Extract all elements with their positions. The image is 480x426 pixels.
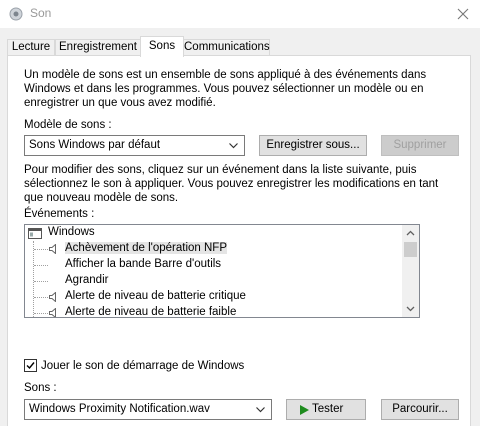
speaker-icon: [49, 292, 56, 302]
intro-line-1: Un modèle de sons est un ensemble de son…: [24, 69, 427, 81]
dialog-body: Lecture Enregistrement Sons Communicatio…: [0, 28, 480, 426]
sons-tab-panel: Un modèle de sons est un ensemble de son…: [7, 55, 471, 426]
event-item[interactable]: Afficher la bande Barre d'outils: [25, 257, 403, 273]
event-item[interactable]: Alerte de niveau de batterie critique: [25, 289, 403, 305]
chevron-down-icon: [406, 306, 415, 312]
event-item-label: Agrandir: [65, 274, 109, 286]
speaker-app-icon: [9, 7, 23, 21]
event-item[interactable]: Agrandir: [25, 273, 403, 289]
test-button-label: Tester: [312, 403, 344, 415]
title-bar: Son: [0, 0, 480, 28]
scroll-down-button[interactable]: [402, 300, 419, 317]
instructions-line-3: que nouveau modèle de sons.: [24, 192, 179, 204]
sound-select[interactable]: Windows Proximity Notification.wav: [24, 399, 272, 420]
events-tree[interactable]: Windows Achèvement de l'opération NFP Af…: [24, 224, 420, 318]
startup-sound-checkbox[interactable]: [24, 359, 37, 372]
tree-group-windows[interactable]: Windows: [25, 225, 403, 241]
chevron-up-icon: [406, 230, 415, 236]
sound-select-value: Windows Proximity Notification.wav: [29, 403, 210, 415]
startup-sound-label: Jouer le son de démarrage de Windows: [41, 360, 245, 372]
browse-button[interactable]: Parcourir...: [381, 399, 459, 420]
scheme-select[interactable]: Sons Windows par défaut: [24, 135, 245, 156]
event-item[interactable]: Alerte de niveau de batterie faible: [25, 305, 403, 318]
chevron-down-icon: [256, 407, 265, 413]
window-title: Son: [30, 6, 52, 20]
tree-branch: [34, 265, 48, 266]
tab-communications[interactable]: Communications: [183, 39, 270, 56]
save-scheme-button[interactable]: Enregistrer sous...: [259, 135, 367, 156]
test-sound-button[interactable]: Tester: [286, 399, 366, 420]
close-button[interactable]: [446, 0, 480, 28]
tree-branch: [34, 281, 48, 282]
event-item[interactable]: Achèvement de l'opération NFP: [25, 241, 403, 257]
instructions-line-1: Pour modifier des sons, cliquez sur un é…: [24, 164, 417, 176]
event-item-label: Afficher la bande Barre d'outils: [65, 258, 222, 270]
sounds-label: Sons :: [24, 382, 57, 394]
chevron-down-icon: [229, 143, 238, 149]
tab-lecture[interactable]: Lecture: [7, 39, 55, 56]
tree-group-label: Windows: [48, 226, 95, 238]
events-scrollbar[interactable]: [402, 225, 419, 317]
window-icon: [28, 228, 42, 239]
event-item-label: Alerte de niveau de batterie faible: [65, 306, 237, 318]
tree-branch: [34, 297, 48, 298]
tree-branch: [34, 249, 48, 250]
speaker-icon: [49, 308, 56, 317]
tab-sons[interactable]: Sons: [140, 36, 184, 57]
play-icon: [300, 405, 309, 415]
intro-line-3: enregistrer un que vous avez modifié.: [24, 97, 216, 109]
delete-scheme-button[interactable]: Supprimer: [381, 135, 459, 156]
speaker-icon: [49, 244, 56, 254]
scheme-label: Modèle de sons :: [24, 119, 112, 131]
scroll-up-button[interactable]: [402, 225, 419, 242]
event-item-label: Alerte de niveau de batterie critique: [65, 290, 246, 302]
events-label: Événements :: [24, 208, 95, 220]
scheme-select-value: Sons Windows par défaut: [29, 139, 161, 151]
startup-sound-option[interactable]: Jouer le son de démarrage de Windows: [24, 359, 264, 374]
tree-branch: [34, 313, 48, 314]
event-item-label: Achèvement de l'opération NFP: [65, 242, 228, 254]
tab-enregistrement[interactable]: Enregistrement: [55, 39, 141, 56]
scroll-thumb[interactable]: [404, 242, 417, 257]
checkmark-icon: [26, 362, 35, 370]
close-icon: [457, 8, 469, 20]
instructions-line-2: sélectionnez le son à appliquer. Vous po…: [24, 178, 439, 190]
intro-line-2: Windows et dans les programmes. Vous pou…: [24, 83, 424, 95]
